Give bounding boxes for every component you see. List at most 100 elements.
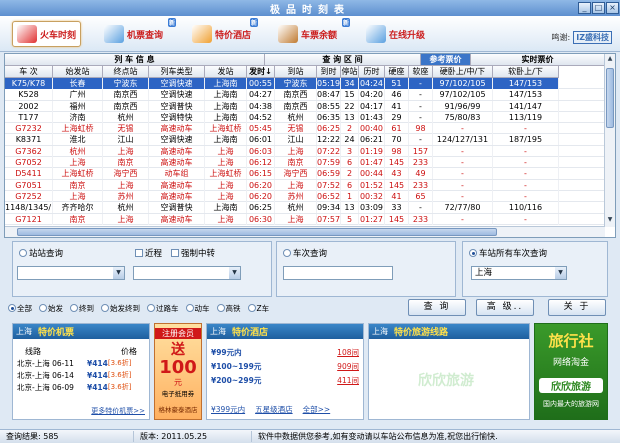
station-select[interactable]: 上海 ▼ (471, 266, 567, 280)
flight-row[interactable]: 北京-上海 06-14 ¥414 [3.6折] (13, 369, 149, 381)
radio-icon[interactable] (469, 249, 477, 257)
column-header[interactable]: 硬座 (385, 66, 409, 78)
tab-flight-search[interactable]: 机票查询 新 (104, 18, 177, 47)
station-query-option[interactable]: 站站查询 (19, 247, 63, 259)
column-header[interactable]: 软卧上/下 (493, 66, 559, 78)
filter-option[interactable]: 高铁 (216, 303, 241, 314)
column-header[interactable]: 到站 (275, 66, 317, 78)
radio-icon[interactable] (70, 304, 78, 312)
checkbox-icon[interactable] (171, 249, 179, 257)
radio-icon[interactable] (8, 304, 16, 312)
more-flights-link[interactable]: 更多特价机票>> (91, 406, 145, 416)
hotel-all-link[interactable]: 全部>> (303, 404, 331, 415)
table-row[interactable]: K528 广州 南京西 空调快速 上海南 04:27 南京西 08:47 15 04:20 46-9… (5, 89, 605, 101)
column-header[interactable]: 硬卧上/中/下 (433, 66, 493, 78)
scroll-down-icon[interactable]: ▼ (606, 216, 614, 226)
table-row[interactable]: 1148/1345/1344/1齐齐哈尔杭州空调普快上海南06:25杭州09:3… (5, 202, 605, 214)
query-button[interactable]: 查 询 (408, 299, 466, 316)
horizontal-scrollbar[interactable] (5, 226, 605, 237)
table-cell: - (493, 168, 559, 180)
filter-option[interactable]: 全部 (8, 303, 32, 314)
radio-icon[interactable] (39, 304, 47, 312)
table-row[interactable]: G7252 上海 苏州 高速动车 上海 06:20 苏州 06:52 1 00:32 41 65- - (5, 190, 605, 203)
to-station-select[interactable]: ▼ (133, 266, 241, 280)
vertical-scrollbar[interactable]: ▲ ▼ (604, 54, 615, 227)
hotel-count[interactable]: 411间 (337, 375, 359, 386)
timetable-rows[interactable]: K75/K78 长春 宁波东 空调快速 上海南 00:55 宁波东 05:19 34 04:24 5… (5, 78, 605, 225)
hotel-count[interactable]: 909间 (337, 361, 359, 372)
table-row[interactable]: G7362 杭州 上海 高速动车 上海 06:03 上海 07:22 3 01:19 98 157- - (5, 145, 605, 158)
table-row[interactable]: G7052 上海 南京 高速动车 上海 06:12 南京 07:59 6 01:47 145 233-… (5, 157, 605, 169)
tab-train-timetable[interactable]: 火车时刻 (12, 21, 82, 47)
minimize-button[interactable]: _ (578, 2, 591, 14)
timetable-grid[interactable]: 列 车 信 息 查 询 区 间 参考票价 实时票价 车 次始发站 终点站 列车类型发… (4, 53, 616, 238)
from-station-select[interactable]: ▼ (17, 266, 125, 280)
filter-option[interactable]: Z车 (247, 303, 269, 314)
status-bar: 查询结果: 585 版本: 2011.05.25 软件中数据供您参考,如有变动请… (0, 429, 620, 443)
hotel-count[interactable]: 108间 (337, 347, 359, 358)
checkbox-icon[interactable] (135, 249, 143, 257)
about-button[interactable]: 关 于 (548, 299, 606, 316)
column-header[interactable]: 历时 (359, 66, 385, 78)
table-row[interactable]: K8371 淮北 江山 空调快速 上海南 06:01 江山 12:22 24 06:21 70-12… (5, 134, 605, 146)
maximize-button[interactable]: □ (592, 2, 605, 14)
radio-icon[interactable] (247, 304, 256, 312)
radio-icon[interactable] (283, 249, 291, 257)
filter-option[interactable]: 始发 (39, 303, 63, 314)
filter-option[interactable]: 动车 (185, 303, 210, 314)
hotel-row[interactable]: ¥200~299元 411间 (207, 373, 363, 387)
flight-row[interactable]: 北京-上海 06-09 ¥414 [3.6折] (13, 381, 149, 393)
table-row[interactable]: G7051 南京 上海 高速动车 上海 06:20 上海 07:52 6 01:52 145 233-… (5, 179, 605, 191)
filter-option[interactable]: 过路车 (147, 303, 179, 314)
table-row[interactable]: D5411 上海虹桥 海宁西 动车组 上海虹桥 06:15 海宁西 06:59 2 00:44 43… (5, 168, 605, 180)
column-header[interactable]: 始发站 (53, 66, 103, 78)
column-header[interactable]: 终点站 (103, 66, 149, 78)
flight-deals-title: 特价机票 (38, 328, 75, 338)
chevron-down-icon[interactable]: ▼ (229, 267, 240, 279)
station-all-trains-option[interactable]: 车站所有车次查询 (469, 247, 547, 259)
column-header[interactable]: 停站 (341, 66, 359, 78)
flight-route: 北京-上海 06-09 (17, 382, 74, 392)
agency-promo[interactable]: 旅行社 网络淘金 欣欣旅游 国内最大的旅游网 (534, 323, 608, 420)
table-cell: 上海南 (205, 134, 247, 146)
force-transfer-option[interactable]: 强制中转 (171, 247, 215, 259)
tab-hotel-deals[interactable]: 特价酒店 新 (192, 18, 259, 47)
advanced-button[interactable]: 高 级.. (476, 299, 534, 316)
tab-ticket-balance[interactable]: 车票余额 新 (278, 18, 351, 47)
radio-icon[interactable] (19, 249, 27, 257)
close-button[interactable]: × (606, 2, 619, 14)
scroll-up-icon[interactable]: ▲ (606, 55, 614, 65)
column-header[interactable]: 发站 (205, 66, 247, 78)
hotel-five-star-link[interactable]: 五星级酒店 (255, 404, 293, 415)
radio-icon[interactable] (185, 304, 194, 312)
column-header[interactable]: 软座 (409, 66, 433, 78)
table-row[interactable]: K75/K78 长春 宁波东 空调快速 上海南 00:55 宁波东 05:19 34 04:24 5… (5, 78, 605, 90)
radio-icon[interactable] (101, 304, 109, 312)
hotel-row[interactable]: ¥99元内 108间 (207, 345, 363, 359)
train-query-option[interactable]: 车次查询 (283, 247, 327, 259)
radio-icon[interactable] (216, 304, 225, 312)
table-row[interactable]: T177 济南 杭州 空调特快 上海南 04:52 杭州 06:35 13 01:43 29-75/… (5, 111, 605, 124)
train-number-input[interactable] (283, 266, 393, 280)
table-row[interactable]: 2002 福州 南京西 空调普快 上海南 04:38 南京西 08:55 22 04:17 41-9… (5, 100, 605, 112)
nearby-option[interactable]: 近程 (135, 247, 162, 259)
table-row[interactable]: G7121 南京 上海 高速动车 上海 06:30 上海 07:57 5 01:27 145 233-… (5, 213, 605, 225)
column-header[interactable]: 车 次 (5, 66, 53, 78)
chevron-down-icon[interactable]: ▼ (113, 267, 124, 279)
radio-icon[interactable] (147, 304, 155, 312)
scroll-thumb[interactable] (606, 68, 614, 128)
hotel-row[interactable]: ¥100~199元 909间 (207, 359, 363, 373)
flight-row[interactable]: 北京-上海 06-11 ¥414 [3.6折] (13, 357, 149, 369)
column-header[interactable]: 列车类型 (149, 66, 205, 78)
column-header[interactable]: 发时↓ (247, 66, 275, 78)
tab-online-update[interactable]: 在线升级 (366, 21, 425, 47)
chevron-down-icon[interactable]: ▼ (555, 267, 566, 279)
member-promo[interactable]: 注册会员 送 100 元 电子抵用券 格林豪泰酒店 (154, 323, 202, 420)
scroll-thumb[interactable] (17, 228, 497, 236)
column-header[interactable]: 到时 (317, 66, 341, 78)
sponsor-logo[interactable]: IZ盛科技 (573, 31, 612, 44)
table-row[interactable]: G7232 上海虹桥 无锡 高速动车 上海虹桥 05:45 无锡 06:25 2 00:40 61 9… (5, 123, 605, 135)
hotel-budget-link[interactable]: ¥399元内 (211, 404, 245, 415)
filter-option[interactable]: 终到 (70, 303, 94, 314)
filter-option[interactable]: 始发终到 (101, 303, 140, 314)
